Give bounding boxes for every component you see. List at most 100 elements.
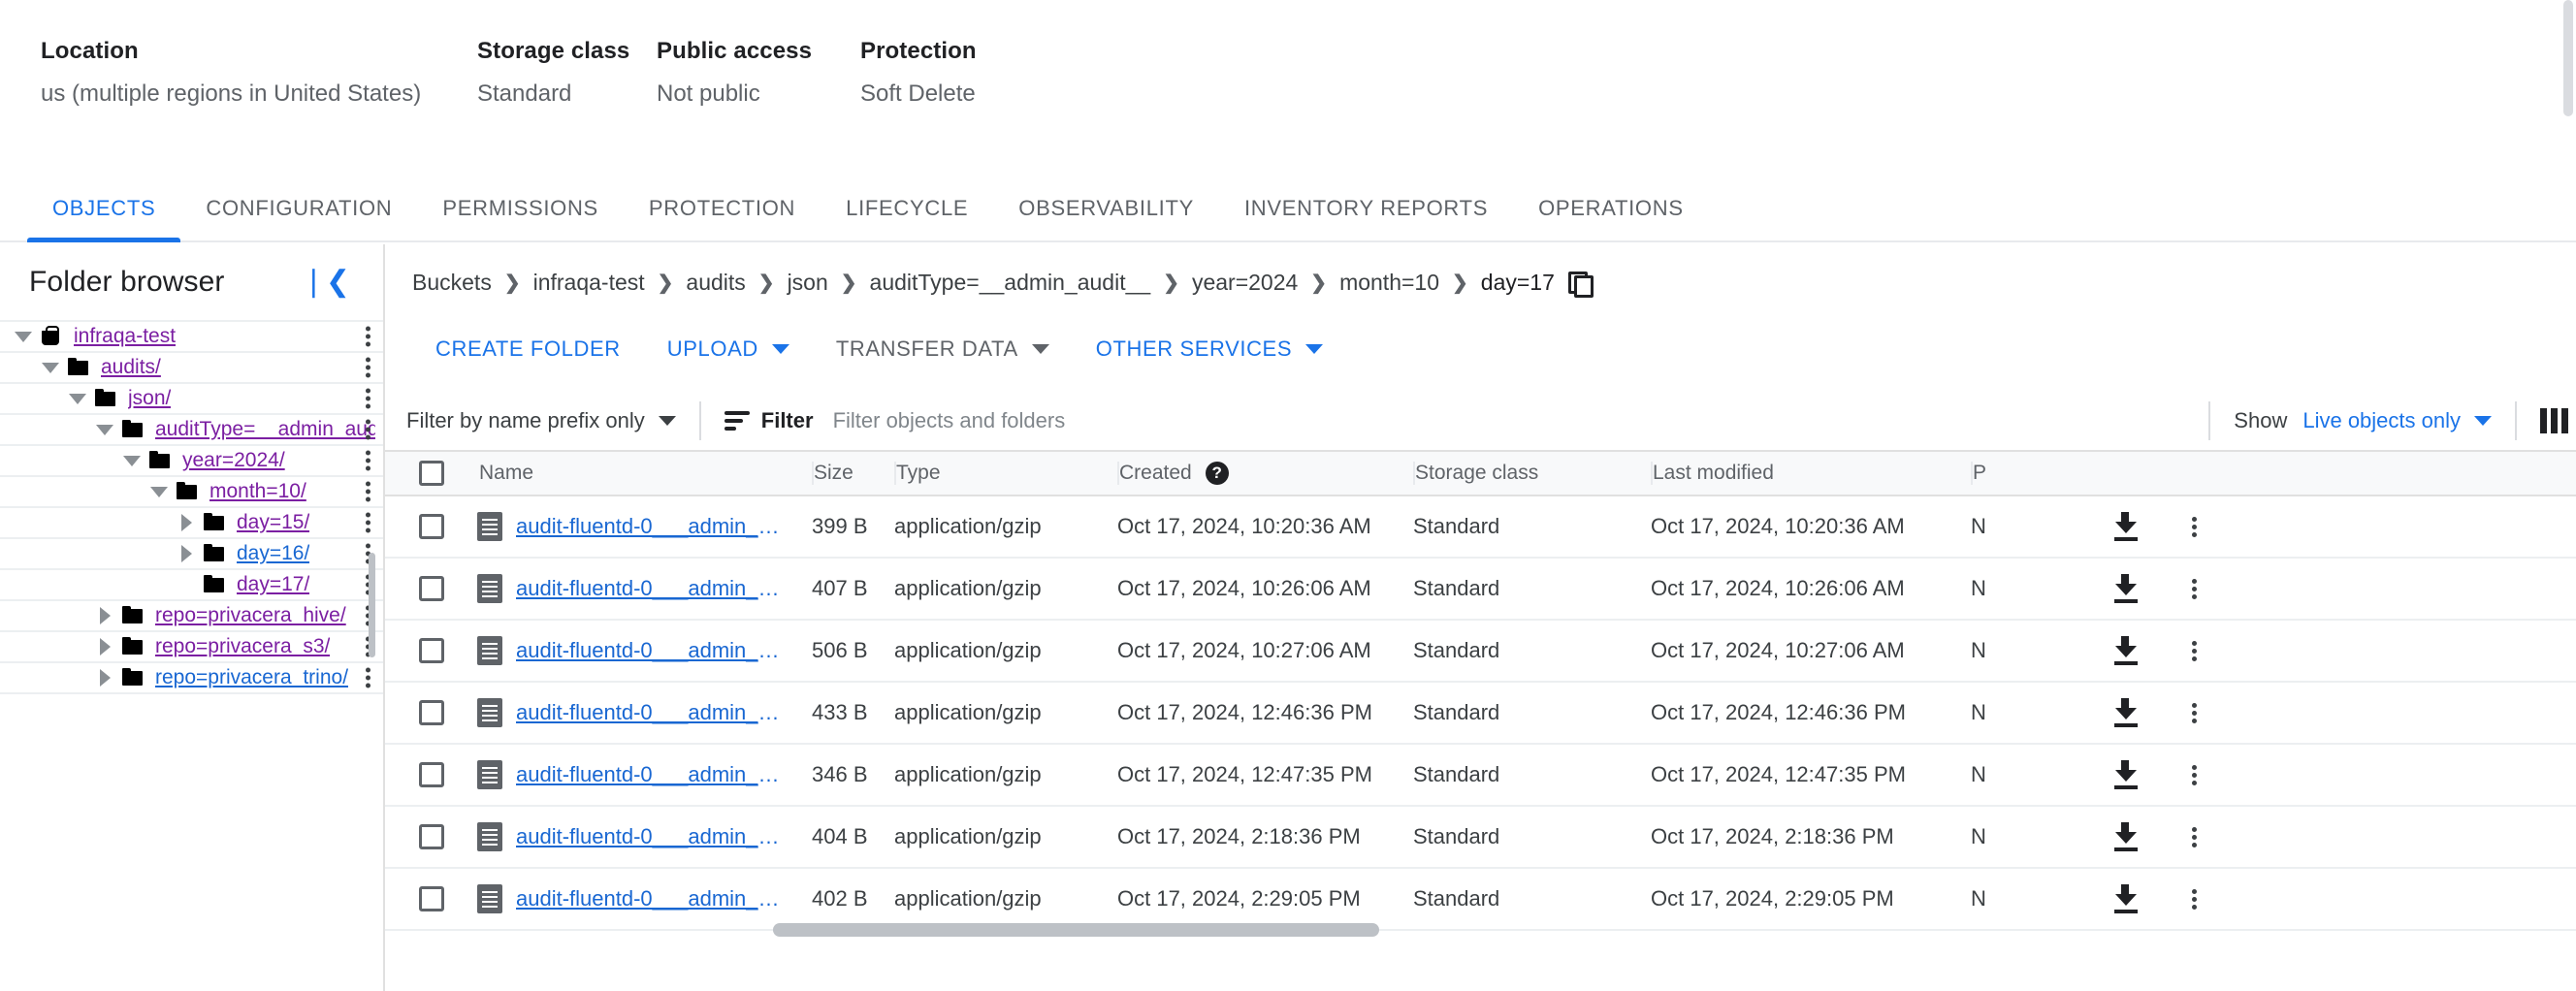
table-row[interactable]: audit-fluentd-0___admin_audit___… 346 B ap… xyxy=(385,745,2576,807)
download-icon[interactable] xyxy=(2087,574,2165,603)
more-vert-icon[interactable] xyxy=(2165,824,2223,850)
tab-configuration[interactable]: CONFIGURATION xyxy=(180,180,417,240)
breadcrumb-item[interactable]: auditType=__admin_audit__ xyxy=(870,270,1151,296)
caret-down-icon[interactable] xyxy=(8,331,39,342)
more-vert-icon[interactable] xyxy=(2165,514,2223,540)
folder-tree-item[interactable]: json/ xyxy=(0,384,383,415)
folder-tree-item[interactable]: day=17/ xyxy=(0,570,383,601)
caret-down-icon[interactable] xyxy=(89,424,120,435)
more-vert-icon[interactable] xyxy=(2165,576,2223,602)
download-icon[interactable] xyxy=(2087,698,2165,727)
row-checkbox[interactable] xyxy=(385,700,477,725)
more-vert-icon[interactable] xyxy=(364,386,371,412)
download-icon[interactable] xyxy=(2087,884,2165,913)
tab-permissions[interactable]: PERMISSIONS xyxy=(417,180,624,240)
folder-tree-item[interactable]: repo=privacera_trino/ xyxy=(0,663,383,694)
breadcrumb-item[interactable]: audits xyxy=(686,270,745,296)
folder-tree-item[interactable]: audits/ xyxy=(0,353,383,384)
more-vert-icon[interactable] xyxy=(2165,700,2223,726)
folder-tree-item[interactable]: auditType=__admin_audit__/ xyxy=(0,415,383,446)
tab-inventory-reports[interactable]: INVENTORY REPORTS xyxy=(1219,180,1513,240)
more-vert-icon[interactable] xyxy=(364,324,371,350)
collapse-panel-icon[interactable]: ❘❮ xyxy=(296,264,356,301)
tab-observability[interactable]: OBSERVABILITY xyxy=(993,180,1219,240)
caret-down-icon[interactable] xyxy=(144,486,175,497)
page-scrollbar[interactable] xyxy=(2563,0,2573,116)
more-vert-icon[interactable] xyxy=(364,417,371,443)
column-header-storage-class[interactable]: Storage class xyxy=(1413,462,1651,485)
folder-tree-item[interactable]: repo=privacera_s3/ xyxy=(0,632,383,663)
folder-tree-item[interactable]: infraqa-test xyxy=(0,322,383,353)
folder-tree-item-label[interactable]: year=2024/ xyxy=(182,449,285,472)
column-header-name[interactable]: Name xyxy=(477,462,812,485)
folder-tree-item-label[interactable]: repo=privacera_trino/ xyxy=(155,666,348,689)
more-vert-icon[interactable] xyxy=(364,355,371,381)
folder-tree-item-label[interactable]: repo=privacera_hive/ xyxy=(155,604,346,627)
folder-tree-item-label[interactable]: day=15/ xyxy=(237,511,309,534)
table-row[interactable]: audit-fluentd-0___admin_audit___… 407 B ap… xyxy=(385,559,2576,621)
folder-tree-item[interactable]: month=10/ xyxy=(0,477,383,508)
caret-right-icon[interactable] xyxy=(171,514,202,531)
column-settings-icon[interactable] xyxy=(2540,408,2568,433)
object-name-link[interactable]: audit-fluentd-0___admin_audit___… xyxy=(516,576,788,601)
help-icon[interactable]: ? xyxy=(1205,462,1229,485)
row-checkbox[interactable] xyxy=(385,514,477,539)
filter-prefix-mode-dropdown[interactable]: Filter by name prefix only xyxy=(406,408,676,433)
more-vert-icon[interactable] xyxy=(364,448,371,474)
breadcrumb-item[interactable]: infraqa-test xyxy=(533,270,645,296)
folder-tree-item[interactable]: repo=privacera_hive/ xyxy=(0,601,383,632)
breadcrumb-item[interactable]: year=2024 xyxy=(1192,270,1298,296)
folder-tree-item-label[interactable]: day=16/ xyxy=(237,542,309,565)
folder-tree-item-label[interactable]: auditType=__admin_audit__/ xyxy=(155,418,375,441)
more-vert-icon[interactable] xyxy=(364,510,371,536)
row-checkbox[interactable] xyxy=(385,886,477,911)
download-icon[interactable] xyxy=(2087,636,2165,665)
table-row[interactable]: audit-fluentd-0___admin_audit___… 506 B ap… xyxy=(385,621,2576,683)
select-all-checkbox[interactable] xyxy=(385,461,477,486)
tab-lifecycle[interactable]: LIFECYCLE xyxy=(821,180,993,240)
show-objects-dropdown[interactable]: Live objects only xyxy=(2302,408,2492,433)
folder-tree-item[interactable]: day=16/ xyxy=(0,539,383,570)
row-checkbox[interactable] xyxy=(385,762,477,787)
row-checkbox[interactable] xyxy=(385,638,477,663)
tab-operations[interactable]: OPERATIONS xyxy=(1513,180,1709,240)
more-vert-icon[interactable] xyxy=(364,665,371,691)
folder-tree-item-label[interactable]: repo=privacera_s3/ xyxy=(155,635,330,658)
caret-right-icon[interactable] xyxy=(171,545,202,562)
table-row[interactable]: audit-fluentd-0___admin_audit___… 404 B ap… xyxy=(385,807,2576,869)
copy-path-icon[interactable] xyxy=(1567,272,1594,298)
more-vert-icon[interactable] xyxy=(2165,638,2223,664)
download-icon[interactable] xyxy=(2087,822,2165,851)
filter-input[interactable] xyxy=(830,407,2186,434)
tab-protection[interactable]: PROTECTION xyxy=(624,180,821,240)
objects-table-hscrollbar[interactable] xyxy=(773,923,2576,937)
caret-down-icon[interactable] xyxy=(62,393,93,404)
row-checkbox[interactable] xyxy=(385,824,477,849)
action-transfer-data-button[interactable]: TRANSFER DATA xyxy=(813,336,1073,362)
object-name-link[interactable]: audit-fluentd-0___admin_audit___… xyxy=(516,762,788,787)
folder-tree-item-label[interactable]: audits/ xyxy=(101,356,161,379)
objects-table-hscrollbar-thumb[interactable] xyxy=(773,923,1379,937)
folder-tree-item-label[interactable]: month=10/ xyxy=(209,480,306,503)
folder-tree-item-label[interactable]: json/ xyxy=(128,387,171,410)
folder-tree-item-label[interactable]: day=17/ xyxy=(237,573,309,596)
action-other-services-button[interactable]: OTHER SERVICES xyxy=(1073,336,1346,362)
caret-down-icon[interactable] xyxy=(35,362,66,373)
folder-browser-scrollbar[interactable] xyxy=(369,553,375,657)
tab-objects[interactable]: OBJECTS xyxy=(27,180,181,242)
folder-tree-item[interactable]: year=2024/ xyxy=(0,446,383,477)
column-header-created[interactable]: Created ? xyxy=(1117,462,1413,485)
table-row[interactable]: audit-fluentd-0___admin_audit___… 399 B ap… xyxy=(385,496,2576,559)
breadcrumb-item[interactable]: json xyxy=(788,270,828,296)
more-vert-icon[interactable] xyxy=(2165,886,2223,912)
folder-tree-item[interactable]: day=15/ xyxy=(0,508,383,539)
row-checkbox[interactable] xyxy=(385,576,477,601)
column-header-partial[interactable]: P xyxy=(1971,462,2087,485)
caret-right-icon[interactable] xyxy=(89,607,120,624)
object-name-link[interactable]: audit-fluentd-0___admin_audit___… xyxy=(516,700,788,725)
object-name-link[interactable]: audit-fluentd-0___admin_audit___… xyxy=(516,824,788,849)
download-icon[interactable] xyxy=(2087,760,2165,789)
more-vert-icon[interactable] xyxy=(2165,762,2223,788)
caret-down-icon[interactable] xyxy=(116,455,147,466)
breadcrumb-item[interactable]: Buckets xyxy=(412,270,492,296)
